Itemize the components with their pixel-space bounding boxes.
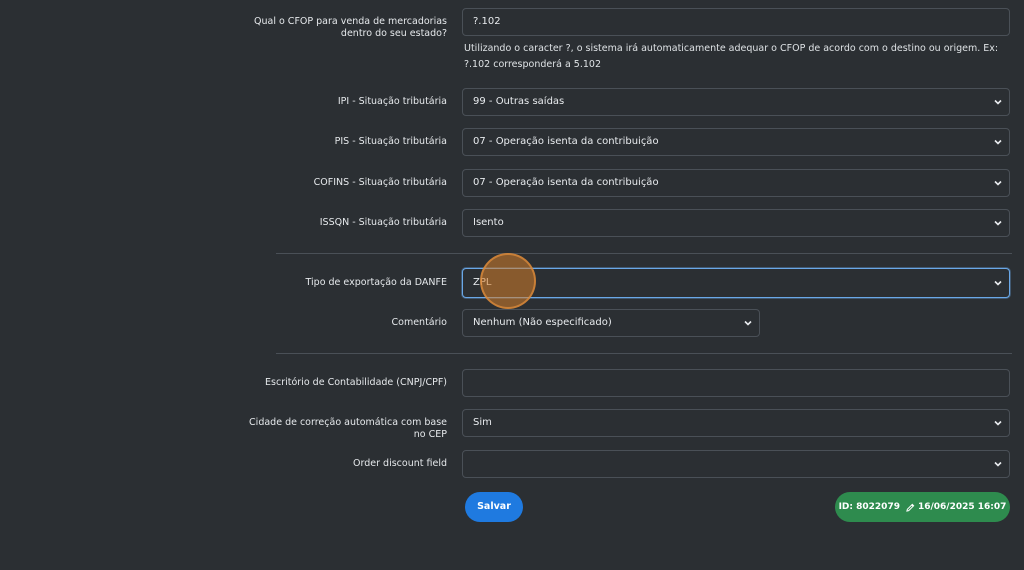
save-button[interactable]: Salvar bbox=[465, 492, 523, 522]
issqn-select-value: Isento bbox=[473, 217, 504, 228]
pis-select[interactable]: 07 - Operação isenta da contribuição bbox=[462, 128, 1010, 156]
cfop-help-text: Utilizando o caracter ?, o sistema irá a… bbox=[464, 43, 999, 70]
chevron-down-icon bbox=[994, 280, 1002, 286]
cofins-select[interactable]: 07 - Operação isenta da contribuição bbox=[462, 169, 1010, 197]
ipi-label: IPI - Situação tributária bbox=[337, 96, 447, 107]
record-id-badge: ID: 8022079 16/06/2025 16:07 bbox=[835, 492, 1010, 522]
chevron-down-icon bbox=[994, 180, 1002, 186]
cfop-label: Qual o CFOP para venda de mercadorias de… bbox=[254, 16, 447, 39]
comentario-select-value: Nenhum (Não especificado) bbox=[473, 317, 612, 328]
section-divider bbox=[276, 253, 1012, 254]
chevron-down-icon bbox=[994, 99, 1002, 105]
ipi-select[interactable]: 99 - Outras saídas bbox=[462, 88, 1010, 116]
record-id: ID: 8022079 bbox=[838, 502, 900, 512]
discount-select[interactable] bbox=[462, 450, 1010, 478]
issqn-label: ISSQN - Situação tributária bbox=[319, 217, 447, 228]
escritorio-input[interactable] bbox=[462, 369, 1010, 397]
record-timestamp-group: 16/06/2025 16:07 bbox=[906, 492, 1006, 522]
escritorio-label: Escritório de Contabilidade (CNPJ/CPF) bbox=[265, 377, 447, 388]
comentario-label: Comentário bbox=[391, 317, 447, 328]
cfop-input[interactable]: ?.102 bbox=[462, 8, 1010, 36]
cidade-select-value: Sim bbox=[473, 417, 492, 428]
discount-label: Order discount field bbox=[353, 458, 447, 469]
pis-label: PIS - Situação tributária bbox=[334, 136, 447, 147]
cofins-label: COFINS - Situação tributária bbox=[313, 177, 447, 188]
danfe-export-select-value: ZPL bbox=[473, 277, 492, 288]
danfe-export-select[interactable]: ZPL bbox=[462, 268, 1010, 298]
cofins-select-value: 07 - Operação isenta da contribuição bbox=[473, 177, 659, 188]
pis-select-value: 07 - Operação isenta da contribuição bbox=[473, 136, 659, 147]
record-timestamp: 16/06/2025 16:07 bbox=[917, 502, 1007, 512]
ipi-select-value: 99 - Outras saídas bbox=[473, 96, 565, 107]
cidade-label: Cidade de correção automática com base n… bbox=[249, 417, 447, 440]
cidade-select[interactable]: Sim bbox=[462, 409, 1010, 437]
pencil-icon bbox=[906, 503, 915, 512]
section-divider bbox=[276, 353, 1012, 354]
chevron-down-icon bbox=[744, 320, 752, 326]
chevron-down-icon bbox=[994, 461, 1002, 467]
settings-form-page: Qual o CFOP para venda de mercadorias de… bbox=[0, 0, 1024, 570]
danfe-label: Tipo de exportação da DANFE bbox=[305, 277, 447, 288]
chevron-down-icon bbox=[994, 139, 1002, 145]
chevron-down-icon bbox=[994, 420, 1002, 426]
issqn-select[interactable]: Isento bbox=[462, 209, 1010, 237]
chevron-down-icon bbox=[994, 220, 1002, 226]
comentario-select[interactable]: Nenhum (Não especificado) bbox=[462, 309, 760, 337]
